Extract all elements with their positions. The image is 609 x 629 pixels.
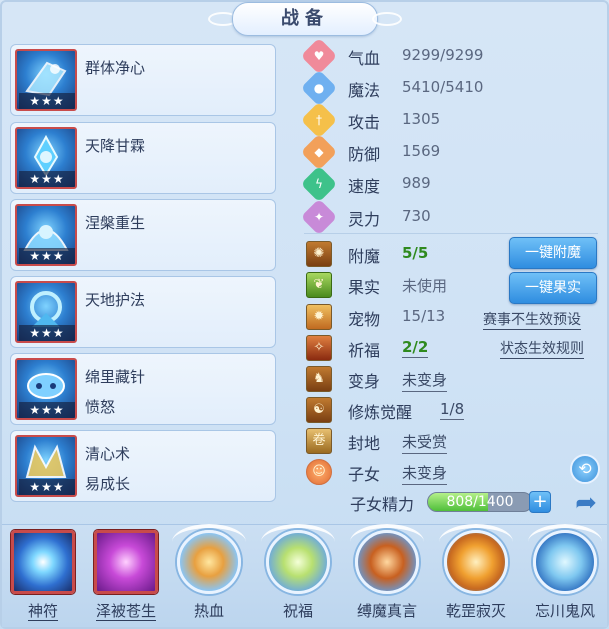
energy-label: 子女精力 (350, 495, 415, 514)
option-value: 未使用 (402, 277, 448, 295)
option-label: 果实 (348, 278, 381, 297)
territory-icon: 卷 (306, 428, 332, 454)
option-label: 祈福 (348, 341, 381, 360)
skill-icon: ★★★ (15, 358, 77, 420)
skill-trait: 愤怒 (85, 398, 116, 416)
skill-card[interactable]: ★★★ 天降甘霖 (10, 122, 276, 194)
title-banner: 战备 (208, 2, 402, 36)
option-value[interactable]: 未变身 (402, 369, 448, 392)
energy-bar: 808/1400 (427, 492, 533, 512)
option-label: 宠物 (348, 310, 381, 329)
skill-name: 绵里藏针 (85, 368, 146, 386)
refresh-icon[interactable]: ⟲ (570, 454, 600, 484)
bottom-skill[interactable]: 祝福 (261, 524, 335, 628)
skill-icon: ★★★ (15, 435, 77, 497)
bottom-skill[interactable]: 缚魔真言 (350, 524, 424, 628)
transform-icon: ♞ (306, 366, 332, 392)
stat-value: 9299/9299 (402, 46, 484, 64)
lotus-icon (266, 530, 330, 594)
skill-name: 天地护法 (85, 291, 146, 309)
stat-label: 气血 (348, 49, 381, 68)
skill-icon: ★★★ (15, 204, 77, 266)
energy-value: 808/1400 (446, 494, 514, 510)
stat-value: 1305 (402, 110, 441, 128)
cultivation-icon: ☯ (306, 397, 332, 423)
child-icon: ☺ (306, 459, 332, 485)
rules-link[interactable]: 状态生效规则 (500, 338, 584, 359)
stat-label: 灵力 (348, 210, 381, 229)
bottom-skill-label: 忘川鬼风 (534, 602, 595, 620)
stat-label: 速度 (348, 177, 381, 196)
skill-name: 涅槃重生 (85, 214, 146, 232)
skill-icon: ★★★ (15, 127, 77, 189)
option-label: 变身 (348, 372, 381, 391)
one-click-fruit-button[interactable]: 一键果实 (509, 272, 597, 304)
cloud-ornament-right (372, 12, 402, 26)
one-click-enchant-button[interactable]: 一键附魔 (509, 237, 597, 269)
option-value[interactable]: 2/2 (402, 338, 429, 358)
skill-icon: ★★★ (15, 281, 77, 343)
preset-link[interactable]: 赛事不生效预设 (483, 309, 581, 330)
share-icon[interactable]: ➦ (570, 489, 602, 517)
option-label: 修炼觉醒 (348, 403, 413, 422)
blade-icon (444, 530, 508, 594)
star-rating: ★★★ (19, 402, 75, 418)
stat-value: 989 (402, 174, 431, 192)
option-value: 5/5 (402, 244, 429, 262)
star-rating: ★★★ (19, 248, 75, 264)
bottom-skill[interactable]: 热血 (172, 524, 246, 628)
divider (304, 233, 598, 234)
skill-card[interactable]: ★★★ 天地护法 (10, 276, 276, 348)
whirlwind-icon (533, 530, 597, 594)
option-value: 15/13 (402, 307, 446, 325)
option-value[interactable]: 未变身 (402, 462, 448, 485)
bottom-skill-label: 热血 (193, 602, 224, 620)
enchant-icon: ✺ (306, 241, 332, 267)
option-label: 附魔 (348, 247, 381, 266)
stat-label: 攻击 (348, 113, 381, 132)
bottom-skill-label: 祝福 (282, 602, 313, 620)
stat-value: 730 (402, 207, 431, 225)
skill-name: 天降甘霖 (85, 137, 146, 155)
bottom-skill-label: 泽被苍生 (95, 602, 156, 621)
figure-icon (177, 530, 241, 594)
option-label: 封地 (348, 434, 381, 453)
blessing-icon: ✧ (306, 335, 332, 361)
bottom-skill[interactable]: 乾罡寂灭 (439, 524, 513, 628)
page-title: 战备 (281, 8, 329, 29)
skill-card[interactable]: ★★★ 绵里藏针 愤怒 (10, 353, 276, 425)
star-rating: ★★★ (19, 479, 75, 495)
bottom-skill[interactable]: 忘川鬼风 (528, 524, 602, 628)
warrior-icon (355, 530, 419, 594)
pet-icon: ✹ (306, 304, 332, 330)
skill-name: 群体净心 (85, 59, 146, 77)
option-label: 子女 (348, 465, 381, 484)
bottom-skill[interactable]: 神符 (8, 530, 78, 628)
rune-icon (11, 530, 75, 594)
skill-name: 清心术 (85, 445, 131, 463)
add-energy-button[interactable]: + (529, 491, 551, 513)
star-rating: ★★★ (19, 93, 75, 109)
option-value[interactable]: 未受赏 (402, 431, 448, 454)
star-rating: ★★★ (19, 171, 75, 187)
option-value[interactable]: 1/8 (440, 400, 465, 420)
stat-label: 魔法 (348, 81, 381, 100)
bottom-skill[interactable]: 泽被苍生 (91, 530, 161, 628)
bottom-skill-label: 神符 (27, 602, 58, 621)
skill-card[interactable]: ★★★ 群体净心 (10, 44, 276, 116)
stat-value: 5410/5410 (402, 78, 484, 96)
palm-icon (94, 530, 158, 594)
stat-value: 1569 (402, 142, 441, 160)
bottom-skill-label: 乾罡寂灭 (445, 602, 506, 620)
star-rating: ★★★ (19, 325, 75, 341)
skill-trait: 易成长 (85, 475, 131, 493)
skill-card[interactable]: ★★★ 清心术 易成长 (10, 430, 276, 502)
skill-icon: ★★★ (15, 49, 77, 111)
stat-label: 防御 (348, 145, 381, 164)
skill-card[interactable]: ★★★ 涅槃重生 (10, 199, 276, 271)
bottom-skill-label: 缚魔真言 (356, 602, 417, 620)
fruit-icon: ❦ (306, 272, 332, 298)
